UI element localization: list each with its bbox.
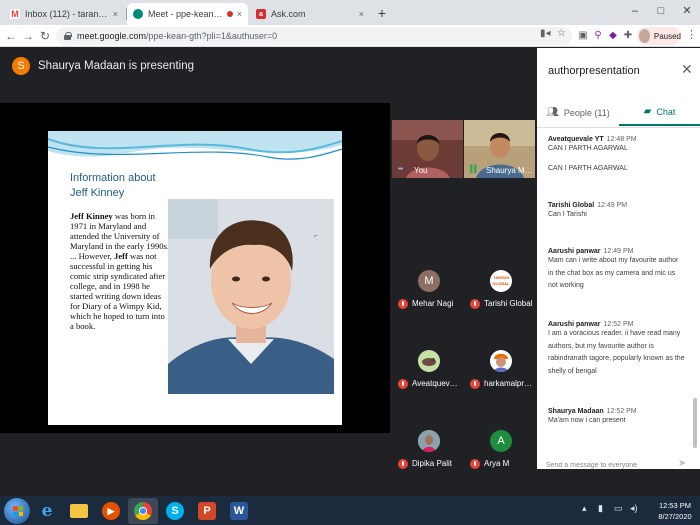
profile-avatar [639, 29, 650, 43]
forward-button[interactable]: → [20, 27, 36, 45]
chat-message: Shaurya Madaan 12:52 PM Ma'am now i can p… [548, 408, 637, 424]
lock-icon [64, 32, 72, 40]
powerpoint-icon[interactable]: P [192, 498, 222, 524]
camera-permission-icon[interactable]: ▮◂ [540, 28, 551, 39]
participant-tile-harkamal[interactable]: harkamalpree... [464, 342, 535, 400]
slide-body: Jeff Kinney was born in 1971 in Maryland… [70, 211, 170, 331]
slide-title: Information about Jeff Kinney [70, 172, 156, 199]
internet-explorer-icon[interactable]: e [32, 498, 62, 524]
participant-tile-aveatquevale[interactable]: Aveatquevale ... [392, 342, 463, 400]
participant-avatar [418, 430, 440, 452]
chat-compose: ➤ [537, 458, 700, 470]
participant-tile-tarishi[interactable]: TARISHI GLOBAL Tarishi Global [464, 262, 535, 320]
participant-tile-arya[interactable]: A Arya M [464, 422, 535, 480]
close-tab-icon[interactable]: × [113, 9, 118, 19]
presenter-text: Shaurya Madaan is presenting [38, 60, 194, 72]
people-icon: 👥︎ [546, 107, 559, 118]
mic-off-icon [398, 299, 408, 309]
address-bar[interactable]: meet.google.com/ppe-kean-gth?pli=1&authu… [56, 27, 572, 45]
mic-off-icon [470, 299, 480, 309]
meet-icon [133, 9, 143, 19]
media-player-icon[interactable]: ▶ [96, 498, 126, 524]
tab-people[interactable]: 👥︎ People (11) [537, 99, 619, 126]
send-icon[interactable]: ➤ [678, 458, 686, 469]
participant-avatar [490, 350, 512, 372]
start-button[interactable] [4, 498, 30, 524]
presenter-avatar: S [12, 57, 30, 75]
tab-chat[interactable]: ▰ Chat [619, 99, 700, 126]
participant-tile-dipika[interactable]: Dipika Palit [392, 422, 463, 480]
recording-indicator-icon [226, 11, 233, 17]
presenter-banner: S Shaurya Madaan is presenting [0, 48, 537, 84]
mic-off-icon [398, 379, 408, 389]
window-close-button[interactable]: ✕ [674, 0, 700, 25]
chrome-icon[interactable] [128, 498, 158, 524]
chat-log: Aveatquevale YT 12:48 PM CAN I PARTH AGAR… [537, 128, 693, 458]
chat-message-input[interactable] [546, 460, 672, 470]
tray-expand-icon[interactable]: ▴ [582, 503, 587, 514]
close-tab-icon[interactable]: × [237, 9, 242, 19]
participant-tile-mehar[interactable]: M Mehar Nagi [392, 262, 463, 320]
windows-taskbar: e ▶ S P W ▴ ▮ ▭ ◂) 12:53 PM 8/27/2020 [0, 496, 700, 525]
participant-avatar: TARISHI GLOBAL [490, 270, 512, 292]
network-icon[interactable]: ▮ [598, 503, 603, 514]
back-button[interactable]: ← [3, 27, 19, 45]
chat-panel: authorpresentation ✕ 👥︎ People (11) ▰ Ch… [537, 48, 700, 470]
file-explorer-icon[interactable] [64, 498, 94, 524]
extensions-puzzle-icon[interactable]: ✚ [622, 29, 634, 42]
mouse-cursor-icon: ⌐ [314, 233, 319, 240]
close-panel-icon[interactable]: ✕ [681, 61, 693, 78]
new-tab-button[interactable]: + [373, 4, 391, 22]
volume-icon[interactable]: ◂) [630, 503, 638, 514]
speaking-indicator-icon: ▌▌ [470, 166, 479, 173]
reload-button[interactable]: ↻ [37, 27, 53, 45]
ask-icon: a [256, 9, 266, 19]
participant-tile-shaurya[interactable]: ▌▌ Shaurya Mad... [464, 120, 535, 178]
mic-off-icon [470, 459, 480, 469]
gmail-icon: M [10, 9, 20, 19]
slide: Information about Jeff Kinney Jeff Kinne… [48, 131, 342, 425]
minimize-button[interactable]: – [622, 0, 648, 25]
participant-tile-you[interactable]: ••• You [392, 120, 463, 178]
battery-icon[interactable]: ▭ [614, 503, 623, 514]
browser-menu-icon[interactable]: ⋮ [686, 28, 697, 41]
extension-lock-icon[interactable]: ▣ [577, 29, 589, 42]
tab-meet[interactable]: Meet - ppe-kean-gth × [127, 3, 248, 25]
chat-message: Aveatquevale YT 12:48 PM CAN I PARTH AGAR… [548, 136, 637, 172]
extension-color-icon[interactable]: ◆ [607, 29, 619, 42]
participant-avatar: A [490, 430, 512, 452]
bookmark-star-icon[interactable]: ☆ [557, 28, 566, 39]
browser-tab-strip: M Inbox (112) - tarannum@theindiv × Meet… [0, 0, 700, 25]
chat-message: Aarushi panwar 12:49 PM Mam can i write a… [548, 248, 679, 289]
mic-off-icon [470, 379, 480, 389]
chat-message: Aarushi panwar 12:52 PM I am a voracious … [548, 321, 685, 375]
close-tab-icon[interactable]: × [359, 9, 364, 19]
tab-ask[interactable]: a Ask.com × [250, 3, 370, 25]
meet-stage: S Shaurya Madaan is presenting Informati… [0, 48, 537, 480]
participant-avatar: M [418, 270, 440, 292]
participant-grid: ••• You ▌▌ Shaurya Mad... M Mehar Nagi T… [392, 120, 537, 480]
windows-logo-icon [13, 506, 23, 516]
meeting-title: authorpresentation [548, 65, 640, 77]
word-icon[interactable]: W [224, 498, 254, 524]
skype-icon[interactable]: S [160, 498, 190, 524]
profile-paused-button[interactable]: Paused [637, 27, 681, 45]
extension-search-icon[interactable]: ⚲ [592, 29, 604, 42]
tab-gmail[interactable]: M Inbox (112) - tarannum@theindiv × [4, 3, 124, 25]
maximize-button[interactable]: □ [648, 0, 674, 25]
mic-off-icon [398, 459, 408, 469]
speaking-indicator-icon: ••• [398, 166, 403, 173]
chat-icon: ▰ [643, 106, 652, 117]
screen: M Inbox (112) - tarannum@theindiv × Meet… [0, 0, 700, 525]
chat-scrollbar[interactable] [693, 398, 697, 448]
participant-avatar [418, 350, 440, 372]
jeff-kinney-photo [168, 199, 334, 394]
slide-wave-decoration [48, 131, 342, 160]
system-clock[interactable]: 12:53 PM 8/27/2020 [653, 500, 697, 522]
browser-toolbar: ← → ↻ meet.google.com/ppe-kean-gth?pli=1… [0, 25, 700, 47]
chat-message: Tarishi Global 12:49 PM Can I Tarishi [548, 202, 628, 218]
presentation-area: Information about Jeff Kinney Jeff Kinne… [0, 103, 390, 433]
